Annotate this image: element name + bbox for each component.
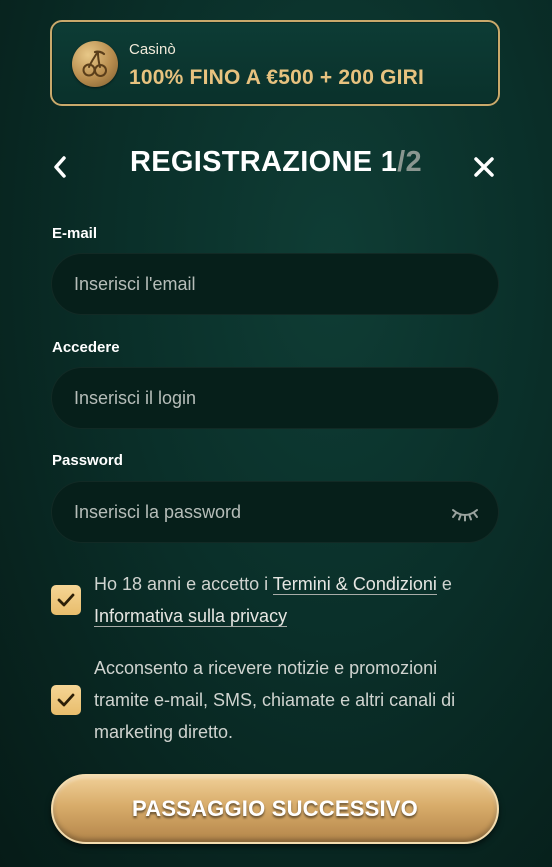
terms-checkbox[interactable] xyxy=(51,585,81,615)
password-label: Password xyxy=(52,452,123,469)
page-title-total: 2 xyxy=(405,146,422,178)
close-button[interactable] xyxy=(468,150,500,184)
password-field[interactable]: Inserisci la password xyxy=(51,481,499,543)
login-placeholder: Inserisci il login xyxy=(74,387,197,408)
privacy-link[interactable]: Informativa sulla privacy xyxy=(94,606,288,627)
login-field[interactable]: Inserisci il login xyxy=(51,367,499,429)
login-label: Accedere xyxy=(52,339,120,356)
email-field[interactable]: Inserisci l'email xyxy=(51,253,499,315)
password-placeholder: Inserisci la password xyxy=(74,501,242,522)
email-label: E-mail xyxy=(52,225,98,242)
terms-link[interactable]: Termini & Condizioni xyxy=(272,574,437,595)
marketing-text: Acconsento a ricevere notizie e promozio… xyxy=(94,658,456,742)
terms-text-prefix: Ho 18 anni e accetto i xyxy=(94,574,273,594)
page-title-separator: / xyxy=(397,146,406,178)
email-placeholder: Inserisci l'email xyxy=(74,273,196,294)
eye-closed-icon xyxy=(452,509,478,522)
bonus-category: Casinò xyxy=(129,41,176,58)
bonus-offer: 100% FINO A €500 + 200 GIRI xyxy=(129,66,425,89)
terms-text: Ho 18 anni e accetto i Termini & Condizi… xyxy=(94,568,494,632)
password-visibility-toggle[interactable] xyxy=(450,501,480,525)
marketing-checkbox[interactable] xyxy=(51,685,81,715)
terms-text-middle: e xyxy=(436,574,452,594)
next-step-button[interactable]: PASSAGGIO SUCCESSIVO xyxy=(51,774,499,844)
checkmark-icon xyxy=(57,693,75,707)
close-icon xyxy=(474,157,494,177)
bonus-card[interactable]: Casinò 100% FINO A €500 + 200 GIRI xyxy=(50,20,500,106)
page-title-step: REGISTRAZIONE 1 xyxy=(130,146,398,178)
checkmark-icon xyxy=(57,593,75,607)
cherry-icon xyxy=(72,41,118,87)
